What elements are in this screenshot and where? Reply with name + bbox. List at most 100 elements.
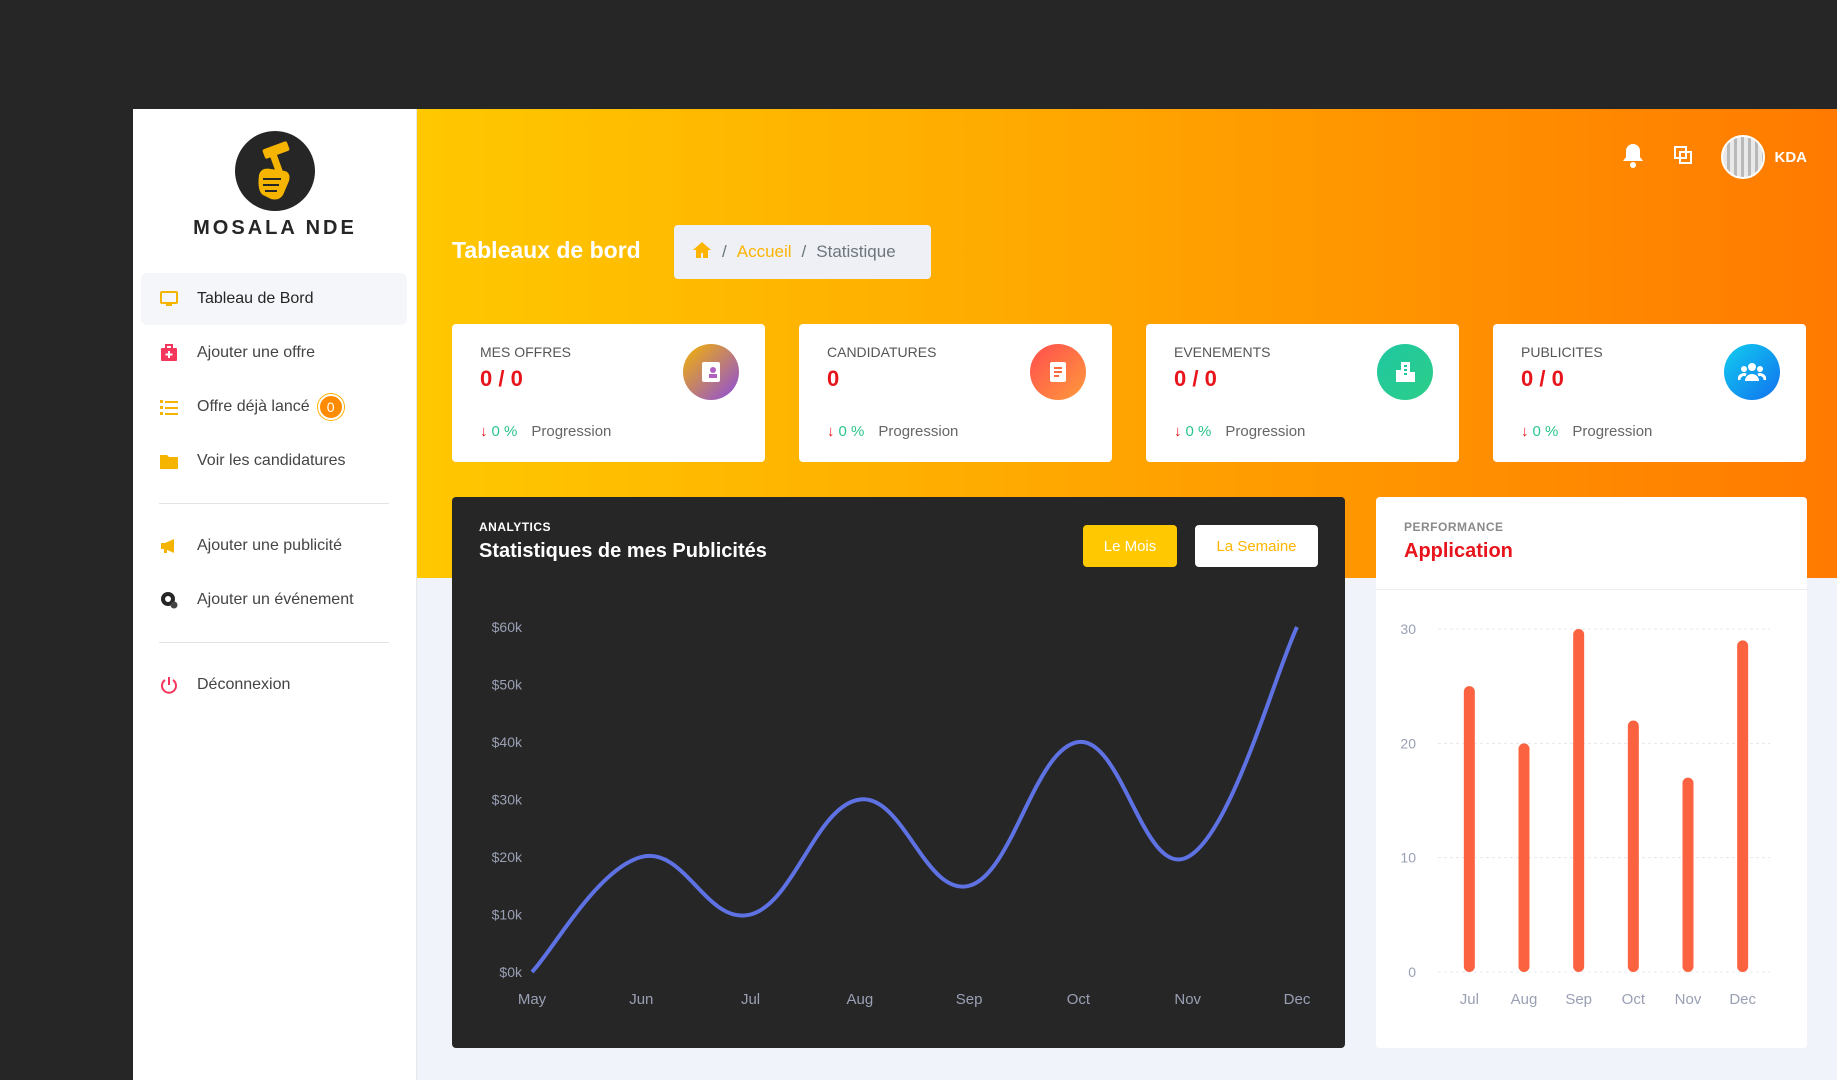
card-percent: 0 % <box>491 423 518 440</box>
series-line <box>530 626 1299 974</box>
card-mes-offres[interactable]: MES OFFRES 0 / 0 ↓ 0 % Progression <box>452 324 765 462</box>
y-tick-label: 10 <box>1400 850 1416 866</box>
sidebar-item-deconnexion[interactable]: Déconnexion <box>141 659 407 711</box>
page-title: Tableaux de bord <box>452 237 641 263</box>
x-tick-label: Nov <box>1174 991 1201 1008</box>
bar <box>1573 629 1585 972</box>
arrow-down-icon: ↓ <box>480 423 488 440</box>
breadcrumb-current: Statistique <box>816 242 896 261</box>
card-percent: 0 % <box>1532 423 1559 440</box>
contact-icon <box>683 344 739 400</box>
offer-count-badge: 0 <box>317 394 344 420</box>
event-icon <box>159 590 179 610</box>
sidebar-item-tableau-de-bord[interactable]: Tableau de Bord <box>141 273 407 325</box>
arrow-down-icon: ↓ <box>1521 423 1529 440</box>
sidebar-item-label: Offre déjà lancé <box>197 398 310 415</box>
sidebar-item-label: Voir les candidatures <box>197 452 346 469</box>
breadcrumb-separator: / <box>801 242 807 261</box>
y-tick-label: 20 <box>1400 735 1416 751</box>
monitor-icon <box>159 289 179 309</box>
brand-logo[interactable]: MOSALA NDE <box>133 131 417 240</box>
x-tick-label: Sep <box>956 991 983 1008</box>
arrow-down-icon: ↓ <box>827 423 835 440</box>
card-footer: Progression <box>878 423 959 440</box>
sidebar-item-label: Tableau de Bord <box>197 290 314 307</box>
y-tick-label: 0 <box>1408 964 1416 980</box>
x-tick-label: Sep <box>1565 991 1592 1008</box>
breadcrumb: / Accueil / Statistique <box>674 225 931 279</box>
breadcrumb-separator: / <box>722 242 727 261</box>
y-tick-label: $50k <box>492 677 523 693</box>
x-tick-label: Aug <box>1511 991 1538 1008</box>
bar <box>1518 743 1530 972</box>
bar <box>1627 720 1639 972</box>
performance-panel: PERFORMANCE Application 0 10 20 30 Jul Aug Sep… <box>1376 497 1807 1048</box>
topbar: KDA <box>1621 135 1808 179</box>
x-tick-label: May <box>518 991 547 1008</box>
sidebar-item-voir-candidatures[interactable]: Voir les candidatures <box>141 435 407 487</box>
sidebar-item-label: Ajouter une offre <box>197 344 316 361</box>
line-chart: $0k $10k $20k $30k $40k $50k $60k May Jun Jul Aug S… <box>492 619 1311 1008</box>
avatar[interactable] <box>1720 135 1765 179</box>
folder-icon <box>159 451 179 471</box>
card-footer: Progression <box>531 423 612 440</box>
x-tick-label: Jun <box>629 991 653 1008</box>
app-window: MOSALA NDE Tableau de Bord Ajouter une o… <box>133 109 1837 1080</box>
bar <box>1737 640 1749 972</box>
y-tick-label: $0k <box>499 964 523 980</box>
sidebar-divider <box>159 503 389 504</box>
x-tick-label: Jul <box>1460 991 1479 1008</box>
y-tick-label: $10k <box>492 907 523 923</box>
sidebar-item-ajouter-offre[interactable]: Ajouter une offre <box>141 327 407 379</box>
user-name[interactable]: KDA <box>1775 149 1808 166</box>
x-tick-label: Dec <box>1729 991 1756 1008</box>
x-tick-label: Dec <box>1284 991 1311 1008</box>
sidebar-item-ajouter-publicite[interactable]: Ajouter une publicité <box>141 520 407 572</box>
sidebar-item-label: Ajouter une publicité <box>197 537 342 554</box>
home-icon[interactable] <box>692 241 712 264</box>
x-tick-label: Oct <box>1622 991 1646 1008</box>
brand-name: MOSALA NDE <box>193 217 357 239</box>
list-icon <box>159 397 179 417</box>
windows-icon[interactable] <box>1673 145 1693 170</box>
stats-cards: MES OFFRES 0 / 0 ↓ 0 % Progression CANDIDA… <box>452 324 1807 462</box>
users-icon <box>1724 344 1780 400</box>
bar <box>1463 686 1475 972</box>
card-evenements[interactable]: EVENEMENTS 0 / 0 ↓ 0 % Progression <box>1146 324 1459 462</box>
x-tick-label: Oct <box>1067 991 1091 1008</box>
sidebar-item-offre-lance[interactable]: Offre déjà lancé 0 <box>141 381 407 433</box>
x-tick-label: Aug <box>847 991 874 1008</box>
analytics-panel: ANALYTICS Statistiques de mes Publicités… <box>452 497 1345 1048</box>
arrow-down-icon: ↓ <box>1174 423 1182 440</box>
building-icon <box>1377 344 1433 400</box>
document-icon <box>1030 344 1086 400</box>
sidebar-divider <box>159 642 389 643</box>
megaphone-icon <box>159 536 179 556</box>
y-tick-label: $30k <box>492 792 523 808</box>
sidebar: MOSALA NDE Tableau de Bord Ajouter une o… <box>133 109 417 1080</box>
sidebar-item-label: Ajouter un événement <box>197 591 354 608</box>
x-tick-label: Nov <box>1675 991 1702 1008</box>
sidebar-item-ajouter-evenement[interactable]: Ajouter un événement <box>141 574 407 626</box>
card-percent: 0 % <box>1185 423 1212 440</box>
bell-icon[interactable] <box>1621 142 1645 173</box>
y-tick-label: 30 <box>1400 621 1416 637</box>
y-tick-label: $60k <box>492 619 523 635</box>
briefcase-add-icon <box>159 343 179 363</box>
x-tick-label: Jul <box>741 991 760 1008</box>
y-tick-label: $20k <box>492 849 523 865</box>
breadcrumb-link-accueil[interactable]: Accueil <box>737 242 792 262</box>
bar <box>1682 777 1694 972</box>
main-content: KDA Tableaux de bord / Accueil / Statist… <box>417 109 1837 1080</box>
card-percent: 0 % <box>838 423 865 440</box>
card-publicites[interactable]: PUBLICITES 0 / 0 ↓ 0 % Progression <box>1493 324 1806 462</box>
sidebar-item-label: Déconnexion <box>197 676 291 693</box>
bar-chart: 0 10 20 30 Jul Aug Sep Oct Nov Dec <box>1400 621 1770 1008</box>
sidebar-nav: Tableau de Bord Ajouter une offre Offre … <box>141 273 407 713</box>
hammer-fist-icon <box>235 131 315 211</box>
card-footer: Progression <box>1225 423 1306 440</box>
card-footer: Progression <box>1572 423 1653 440</box>
card-candidatures[interactable]: CANDIDATURES 0 ↓ 0 % Progression <box>799 324 1112 462</box>
power-icon <box>159 675 179 695</box>
y-tick-label: $40k <box>492 734 523 750</box>
